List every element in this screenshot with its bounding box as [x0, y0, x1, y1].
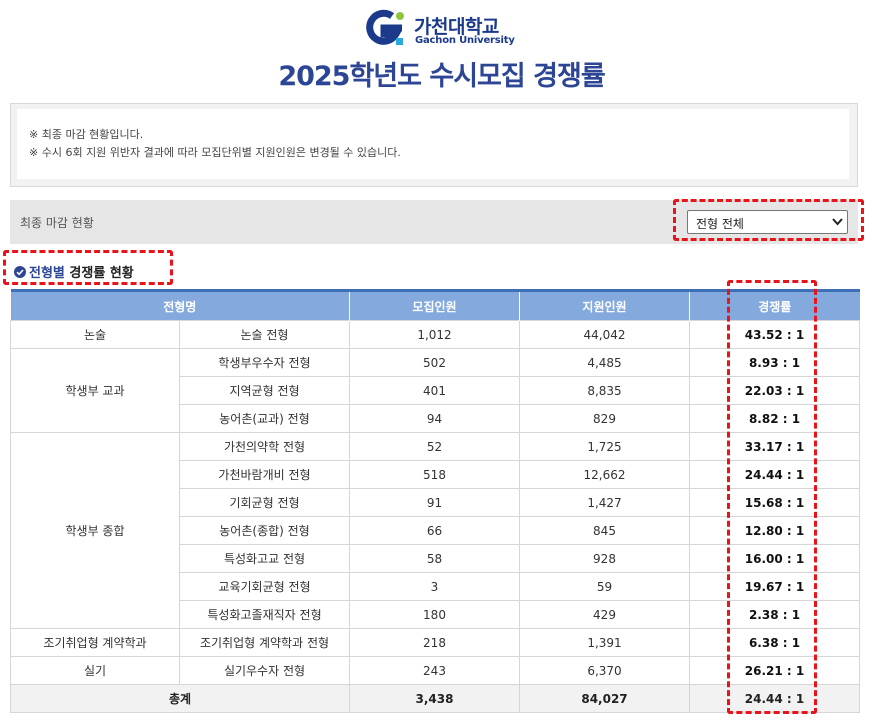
- quota-cell: 401: [349, 376, 520, 405]
- applicants-cell: 845: [519, 516, 690, 545]
- type-cell: 실기우수자 전형: [179, 656, 350, 685]
- applicants-cell: 4,485: [519, 348, 690, 377]
- quota-cell: 94: [349, 404, 520, 433]
- quota-cell: 502: [349, 348, 520, 377]
- total-applicants-cell: 84,027: [519, 684, 690, 713]
- group-cell: 학생부 교과: [10, 348, 180, 433]
- group-cell: 학생부 종합: [10, 432, 180, 629]
- notice-inner: ※ 최종 마감 현황입니다. ※ 수시 6회 지원 위반자 결과에 따라 모집단…: [17, 109, 849, 179]
- type-cell: 농어촌(교과) 전형: [179, 404, 350, 433]
- applicants-cell: 829: [519, 404, 690, 433]
- notice-box: ※ 최종 마감 현황입니다. ※ 수시 6회 지원 위반자 결과에 따라 모집단…: [10, 103, 858, 187]
- type-cell: 기회균형 전형: [179, 488, 350, 517]
- annotation-heading-highlight: [3, 250, 173, 285]
- gachon-g-icon: [366, 9, 404, 45]
- quota-cell: 66: [349, 516, 520, 545]
- annotation-ratio-column-highlight: [727, 280, 817, 714]
- type-cell: 지역균형 전형: [179, 376, 350, 405]
- quota-cell: 91: [349, 488, 520, 517]
- type-cell: 가천의약학 전형: [179, 432, 350, 461]
- quota-cell: 52: [349, 432, 520, 461]
- quota-cell: 58: [349, 544, 520, 573]
- page-title: 2025학년도 수시모집 경쟁률: [278, 61, 605, 92]
- type-cell: 조기취업형 계약학과 전형: [179, 628, 350, 657]
- applicants-cell: 6,370: [519, 656, 690, 685]
- applicants-cell: 1,391: [519, 628, 690, 657]
- filter-label: 최종 마감 현황: [20, 216, 94, 230]
- type-cell: 특성화고졸재직자 전형: [179, 600, 350, 629]
- type-cell: 교육기회균형 전형: [179, 572, 350, 601]
- applicants-cell: 429: [519, 600, 690, 629]
- header-applicants: 지원인원: [519, 289, 690, 321]
- group-cell: 실기: [10, 656, 180, 685]
- applicants-cell: 928: [519, 544, 690, 573]
- applicants-cell: 1,427: [519, 488, 690, 517]
- annotation-select-highlight: [673, 199, 864, 241]
- total-quota-cell: 3,438: [349, 684, 520, 713]
- gachon-logo: 가천대학교 Gachon University: [362, 8, 522, 48]
- type-cell: 가천바람개비 전형: [179, 460, 350, 489]
- total-label-cell: 총계: [10, 684, 350, 713]
- quota-cell: 218: [349, 628, 520, 657]
- header-admission-name: 전형명: [10, 289, 350, 321]
- type-cell: 논술 전형: [179, 320, 350, 349]
- group-cell: 조기취업형 계약학과: [10, 628, 180, 657]
- logo-english-text: Gachon University: [415, 35, 515, 46]
- quota-cell: 243: [349, 656, 520, 685]
- header-quota: 모집인원: [349, 289, 520, 321]
- applicants-cell: 59: [519, 572, 690, 601]
- applicants-cell: 1,725: [519, 432, 690, 461]
- type-cell: 농어촌(종합) 전형: [179, 516, 350, 545]
- notice-line: ※ 수시 6회 지원 위반자 결과에 따라 모집단위별 지원인원은 변경될 수 …: [29, 146, 401, 159]
- quota-cell: 1,012: [349, 320, 520, 349]
- quota-cell: 518: [349, 460, 520, 489]
- applicants-cell: 8,835: [519, 376, 690, 405]
- applicants-cell: 44,042: [519, 320, 690, 349]
- quota-cell: 180: [349, 600, 520, 629]
- applicants-cell: 12,662: [519, 460, 690, 489]
- notice-line: ※ 최종 마감 현황입니다.: [29, 128, 144, 141]
- type-cell: 학생부우수자 전형: [179, 348, 350, 377]
- type-cell: 특성화고교 전형: [179, 544, 350, 573]
- group-cell: 논술: [10, 320, 180, 349]
- quota-cell: 3: [349, 572, 520, 601]
